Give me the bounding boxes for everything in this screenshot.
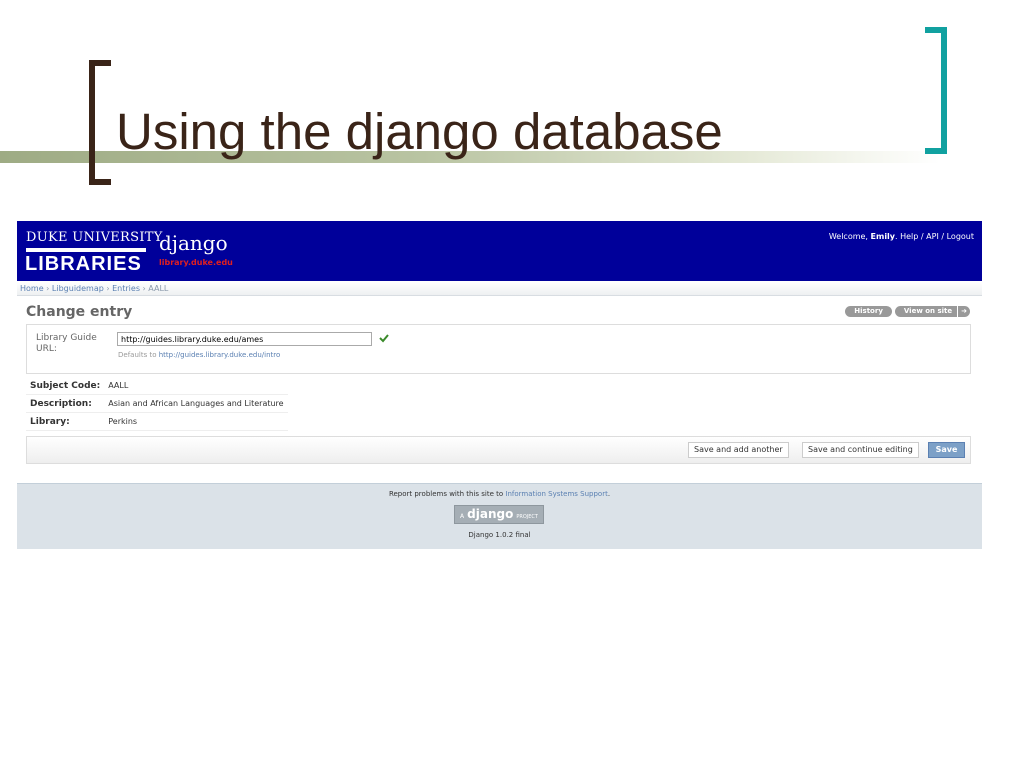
slide-title: Using the django database [116,103,723,160]
logo-libraries: LIBRARIES [25,253,142,275]
default-url-link[interactable]: http://guides.library.duke.edu/intro [159,351,281,359]
url-help-text: Defaults to http://guides.library.duke.e… [118,351,281,359]
table-row: Description: Asian and African Languages… [26,394,288,413]
django-version: Django 1.0.2 final [468,531,531,539]
left-bracket-decoration [89,60,111,185]
view-on-site-label: View on site [903,307,953,315]
admin-header: DUKE UNIVERSITY LIBRARIES django library… [17,221,982,281]
table-row: Library: Perkins [26,412,288,431]
help-link[interactable]: Help [900,232,918,241]
breadcrumb: Home › Libguidemap › Entries › AALL [17,282,982,296]
api-link[interactable]: API [926,232,939,241]
logo-duke-university: DUKE UNIVERSITY [26,230,163,245]
welcome-text: Welcome, [828,232,868,241]
logout-link[interactable]: Logout [947,232,974,241]
site-brand[interactable]: django [159,231,228,255]
site-subtitle[interactable]: library.duke.edu [159,258,233,267]
save-and-continue-button[interactable]: Save and continue editing [802,442,919,458]
view-on-site-button[interactable]: View on site ➜ [894,306,970,317]
check-url-icon[interactable] [379,333,389,343]
readonly-fields: Subject Code: AALL Description: Asian an… [26,377,288,431]
table-row: Subject Code: AALL [26,377,288,395]
arrow-right-icon: ➜ [957,306,967,317]
breadcrumb-home[interactable]: Home [20,284,44,293]
library-value: Perkins [104,412,288,431]
subject-code-value: AALL [104,377,288,395]
history-label: History [854,307,883,315]
support-link[interactable]: Information Systems Support [505,490,607,498]
library-label: Library: [26,412,105,431]
footer: Report problems with this site to Inform… [17,483,982,549]
user-tools: Welcome, Emily. Help / API / Logout [828,232,974,241]
history-button[interactable]: History [845,306,892,317]
url-field-label: Library Guide URL: [36,333,97,354]
breadcrumb-model[interactable]: Entries [112,284,140,293]
url-input[interactable] [117,332,372,346]
logo-rule [26,248,146,252]
object-tools: History View on site ➜ [842,306,970,318]
description-value: Asian and African Languages and Literatu… [104,394,288,413]
url-fieldset: Library Guide URL: Defaults to http://gu… [26,324,971,374]
right-bracket-decoration [925,27,947,154]
breadcrumb-current: AALL [148,284,169,293]
page-title: Change entry [26,304,133,320]
breadcrumb-app[interactable]: Libguidemap [52,284,104,293]
description-label: Description: [26,394,105,413]
footer-report-text: Report problems with this site to Inform… [388,490,611,498]
django-admin-screenshot: DUKE UNIVERSITY LIBRARIES django library… [17,221,982,549]
user-name: Emily [870,232,896,241]
subject-code-label: Subject Code: [26,377,105,395]
submit-row: Save and add another Save and continue e… [26,436,971,464]
django-project-badge[interactable]: Adjango PROJECT [454,505,544,524]
save-and-add-another-button[interactable]: Save and add another [688,442,789,458]
save-button[interactable]: Save [928,442,965,458]
